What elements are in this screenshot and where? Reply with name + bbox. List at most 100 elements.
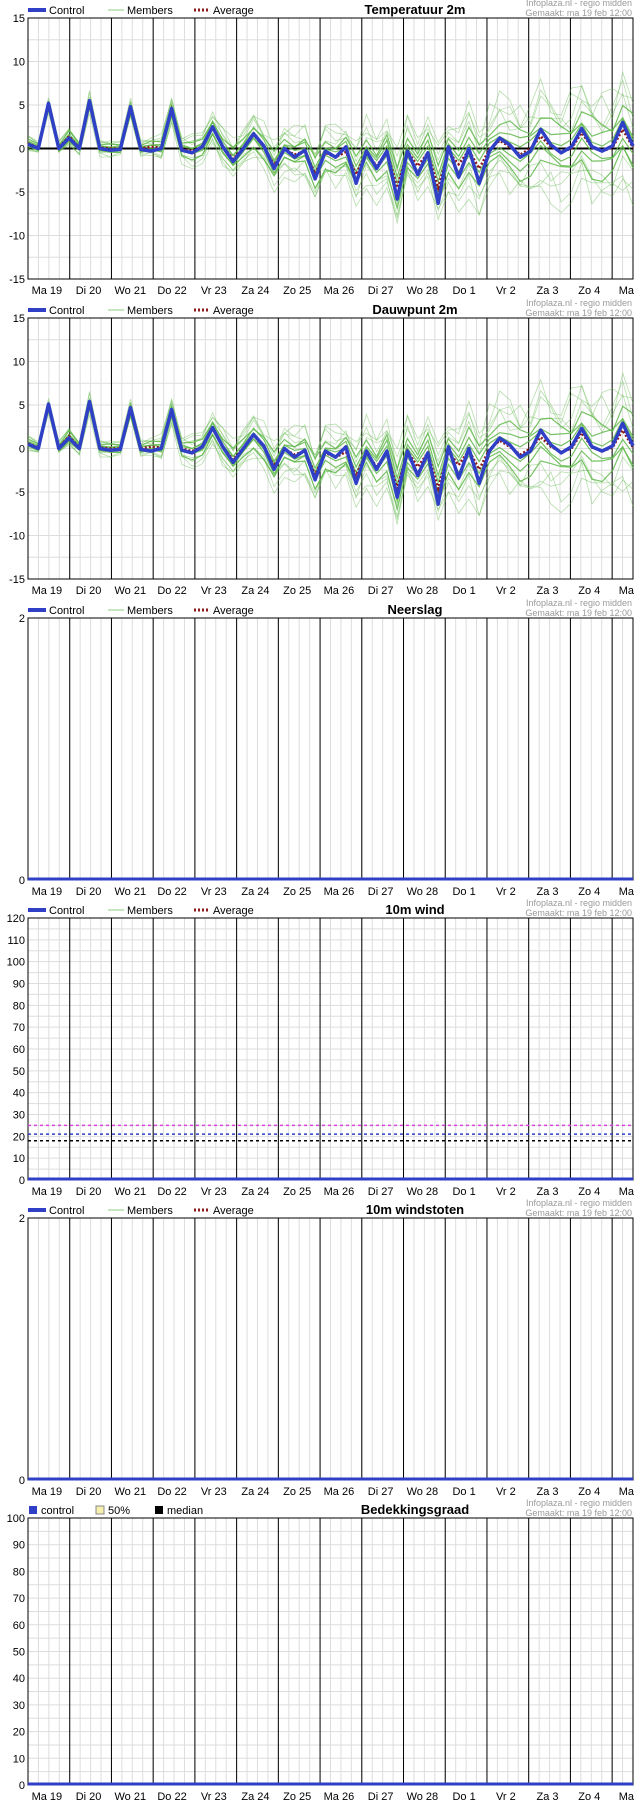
credit-source: Infoplaza.nl - regio midden	[526, 598, 632, 608]
legend: Control Members Average	[28, 5, 254, 17]
legend-control-label: Control	[49, 605, 84, 617]
y-tick-label: 30	[13, 1700, 25, 1712]
x-tick-label: Do 22	[157, 886, 186, 898]
chart-panel: Infoplaza.nl - regio middenGemaakt: ma 1…	[19, 1198, 635, 1498]
legend-members-label: Members	[127, 1205, 173, 1217]
x-tick-label: Za 24	[241, 1791, 269, 1800]
ensemble-forecast-page: Infoplaza.nl - regio midden Gemaakt: ma 1…	[0, 0, 635, 1800]
x-tick-label: Vr 2	[496, 1186, 516, 1198]
x-tick-label: Wo 28	[407, 1186, 439, 1198]
x-tick-label: Di 27	[368, 585, 394, 597]
y-tick-label: 5	[19, 400, 25, 412]
chart-panel: Infoplaza.nl - regio middenGemaakt: ma 1…	[9, 0, 635, 297]
x-tick-label: Zo 4	[578, 1186, 600, 1198]
y-tick-label: 100	[7, 1513, 25, 1525]
x-tick-label: Za 24	[241, 1486, 269, 1498]
legend: Control Members Average	[28, 905, 254, 917]
x-tick-label: Di 20	[76, 585, 102, 597]
y-tick-label: 90	[13, 979, 25, 991]
chart-panel: Infoplaza.nl - regio middenGemaakt: ma 1…	[7, 898, 635, 1198]
x-tick-label: Ma 5	[619, 1186, 635, 1198]
x-tick-label: Ma 19	[32, 1791, 63, 1800]
x-tick-label: Di 20	[76, 1486, 102, 1498]
y-tick-label: -15	[9, 274, 25, 286]
legend-median-swatch	[155, 1506, 163, 1514]
x-tick-label: Wo 28	[407, 285, 439, 297]
x-tick-label: Ma 26	[324, 1186, 355, 1198]
y-tick-label: 15	[13, 313, 25, 325]
x-tick-label: Ma 26	[324, 886, 355, 898]
y-tick-label: 0	[19, 1475, 25, 1487]
y-tick-label: 0	[19, 1175, 25, 1187]
x-tick-label: Di 27	[368, 886, 394, 898]
y-tick-label: 10	[13, 357, 25, 369]
chart-title: 10m windstoten	[366, 1202, 464, 1217]
legend-average-label: Average	[213, 5, 254, 17]
x-tick-label: Di 27	[368, 1791, 394, 1800]
x-tick-label: Wo 21	[115, 1186, 147, 1198]
y-tick-label: 40	[13, 1088, 25, 1100]
y-tick-label: 10	[13, 1153, 25, 1165]
x-tick-label: Do 22	[157, 285, 186, 297]
chart-title: Dauwpunt 2m	[372, 302, 457, 317]
x-tick-label: Zo 25	[283, 585, 311, 597]
x-tick-label: Ma 19	[32, 1486, 63, 1498]
legend-p50-label: 50%	[108, 1505, 130, 1517]
legend: Control Members Average	[28, 605, 254, 617]
x-tick-label: Ma 19	[32, 585, 63, 597]
credit-made: Gemaakt: ma 19 feb 12:00	[525, 908, 632, 918]
y-tick-label: -5	[15, 187, 25, 199]
x-tick-label: Di 20	[76, 886, 102, 898]
credit-made: Gemaakt: ma 19 feb 12:00	[525, 8, 632, 18]
x-tick-label: Za 3	[537, 285, 559, 297]
credit-made: Gemaakt: ma 19 feb 12:00	[525, 608, 632, 618]
legend-control-label: Control	[49, 5, 84, 17]
y-tick-label: 0	[19, 1780, 25, 1792]
legend-median-label: median	[167, 1505, 203, 1517]
y-tick-label: 80	[13, 1566, 25, 1578]
x-tick-label: Ma 26	[324, 285, 355, 297]
legend-members-label: Members	[127, 605, 173, 617]
y-tick-label: -10	[9, 231, 25, 243]
legend-p50-swatch	[95, 1505, 105, 1515]
y-tick-label: 40	[13, 1673, 25, 1685]
x-tick-label: Vr 2	[496, 585, 516, 597]
x-tick-label: Do 22	[157, 1486, 186, 1498]
y-tick-label: -15	[9, 574, 25, 586]
y-tick-label: 0	[19, 444, 25, 456]
chart-panel: Infoplaza.nl - regio middenGemaakt: ma 1…	[19, 598, 635, 898]
x-tick-label: Za 24	[241, 886, 269, 898]
y-tick-label: 80	[13, 1000, 25, 1012]
legend-members-label: Members	[127, 5, 173, 17]
x-tick-label: Vr 23	[201, 285, 227, 297]
x-tick-label: Za 24	[241, 585, 269, 597]
x-tick-label: Wo 21	[115, 585, 147, 597]
y-tick-label: -10	[9, 531, 25, 543]
chart-panel: Infoplaza.nl - regio middenGemaakt: ma 1…	[9, 298, 635, 597]
legend-control-label: Control	[49, 1205, 84, 1217]
x-tick-label: Ma 5	[619, 285, 635, 297]
legend: Control Members Average	[28, 305, 254, 317]
legend-control-swatch	[29, 1506, 37, 1514]
y-tick-label: 15	[13, 13, 25, 25]
x-tick-label: Ma 19	[32, 1186, 63, 1198]
x-tick-label: Wo 21	[115, 886, 147, 898]
y-tick-label: 50	[13, 1647, 25, 1659]
x-tick-label: Di 20	[76, 285, 102, 297]
y-tick-label: 70	[13, 1593, 25, 1605]
x-tick-label: Zo 25	[283, 1186, 311, 1198]
x-tick-label: Ma 26	[324, 585, 355, 597]
legend-average-label: Average	[213, 905, 254, 917]
legend-control-label: Control	[49, 905, 84, 917]
credit-made: Gemaakt: ma 19 feb 12:00	[525, 1208, 632, 1218]
y-tick-label: -5	[15, 487, 25, 499]
y-tick-label: 120	[7, 913, 25, 925]
chart-panel: Infoplaza.nl - regio middenGemaakt: ma 1…	[7, 1498, 635, 1800]
x-tick-label: Zo 25	[283, 285, 311, 297]
x-tick-label: Za 3	[537, 1791, 559, 1800]
x-tick-label: Ma 5	[619, 1791, 635, 1800]
legend-average-label: Average	[213, 305, 254, 317]
x-tick-label: Wo 28	[407, 1486, 439, 1498]
x-tick-label: Do 22	[157, 1791, 186, 1800]
credit-made: Gemaakt: ma 19 feb 12:00	[525, 1508, 632, 1518]
